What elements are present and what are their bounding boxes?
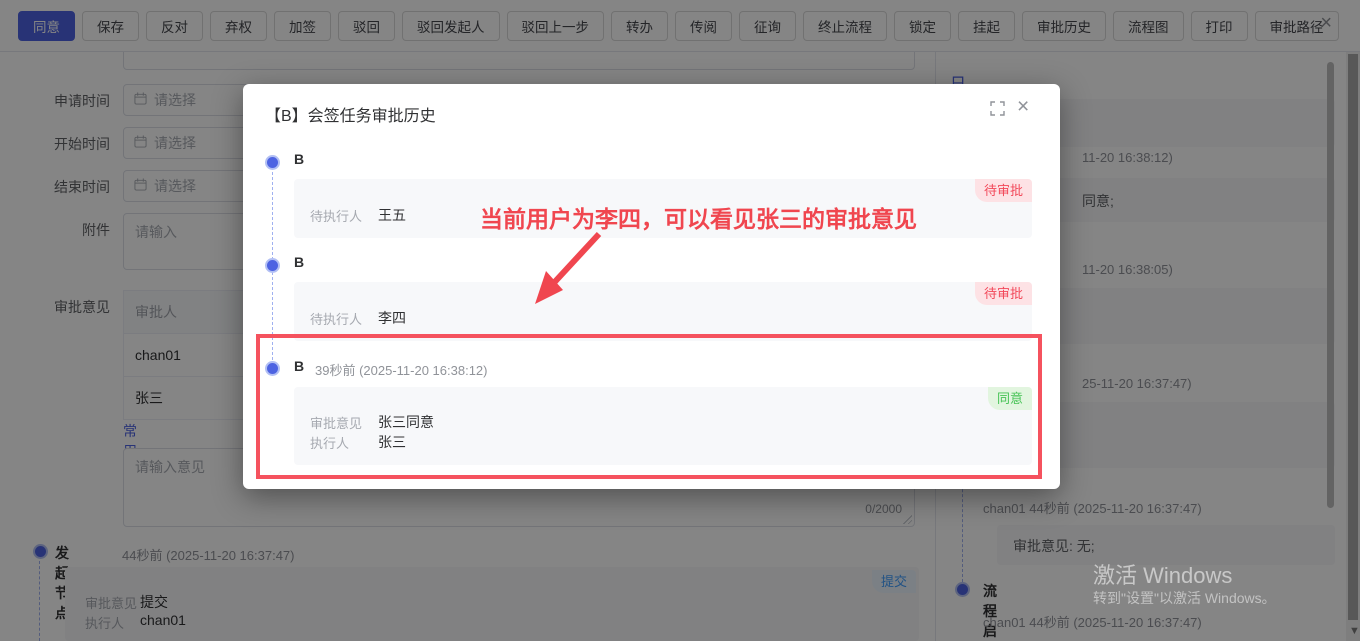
pending-badge: 待审批 [974, 179, 1032, 202]
timeline-dot [265, 155, 280, 170]
modal-title: 【B】会签任务审批历史 [265, 108, 436, 125]
app-window: 同意 保存 反对 弃权 加签 驳回 驳回发起人 驳回上一步 转办 传阅 征询 终… [0, 0, 1360, 641]
windows-activation-watermark: 激活 Windows [1093, 563, 1233, 588]
pending-badge: 待审批 [974, 282, 1032, 305]
pending-executor-value: 王五 [378, 207, 406, 223]
annotation-arrow [535, 231, 602, 304]
history-node-title: B [294, 254, 305, 270]
history-node-title: B [294, 151, 305, 167]
pending-executor-label: 待执行人 [310, 312, 363, 327]
pending-executor-label: 待执行人 [310, 209, 363, 224]
history-card: 待审批 待执行人 李四 [294, 282, 1032, 341]
annotation-rectangle [256, 334, 1042, 479]
fullscreen-icon[interactable] [990, 101, 1005, 119]
modal-close-icon[interactable]: × [1017, 96, 1029, 117]
timeline-dot [265, 258, 280, 273]
windows-activation-watermark-sub: 转到"设置"以激活 Windows。 [1093, 590, 1276, 606]
pending-executor-value: 李四 [378, 310, 406, 326]
